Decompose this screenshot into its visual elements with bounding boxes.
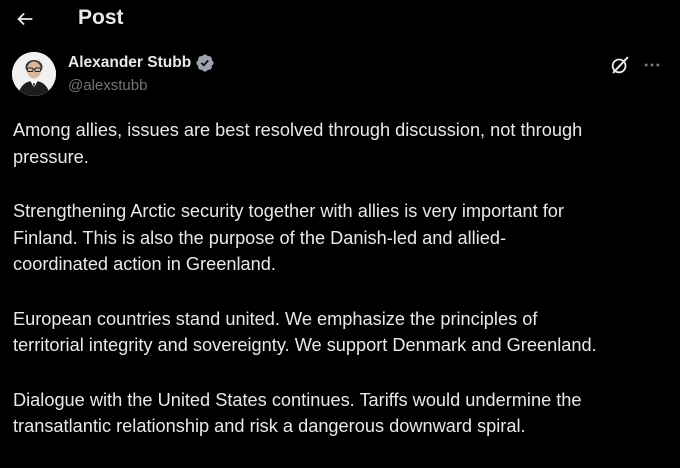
avatar-portrait — [12, 52, 56, 96]
post-paragraph: European countries stand united. We emph… — [13, 308, 597, 356]
author-name[interactable]: Alexander Stubb — [68, 53, 191, 73]
back-button[interactable] — [10, 4, 40, 34]
post-text: Among allies, issues are best resolved t… — [13, 117, 673, 468]
grok-button[interactable] — [608, 53, 632, 77]
arrow-left-icon — [17, 12, 33, 26]
post-paragraph: Among allies, issues are best resolved t… — [13, 120, 583, 167]
post-paragraph: Strengthening Arctic security together w… — [13, 201, 564, 274]
more-options-button[interactable] — [640, 53, 664, 77]
more-horizontal-icon — [644, 63, 660, 67]
grok-icon — [611, 56, 629, 74]
top-bar: Post — [0, 0, 680, 38]
avatar[interactable] — [12, 52, 56, 96]
author-name-row[interactable]: Alexander Stubb — [68, 53, 215, 73]
verified-badge-icon — [195, 53, 215, 73]
post-paragraph: Dialogue with the United States continue… — [13, 389, 582, 437]
page-title: Post — [78, 6, 124, 29]
author-handle[interactable]: @alexstubb — [68, 76, 147, 96]
